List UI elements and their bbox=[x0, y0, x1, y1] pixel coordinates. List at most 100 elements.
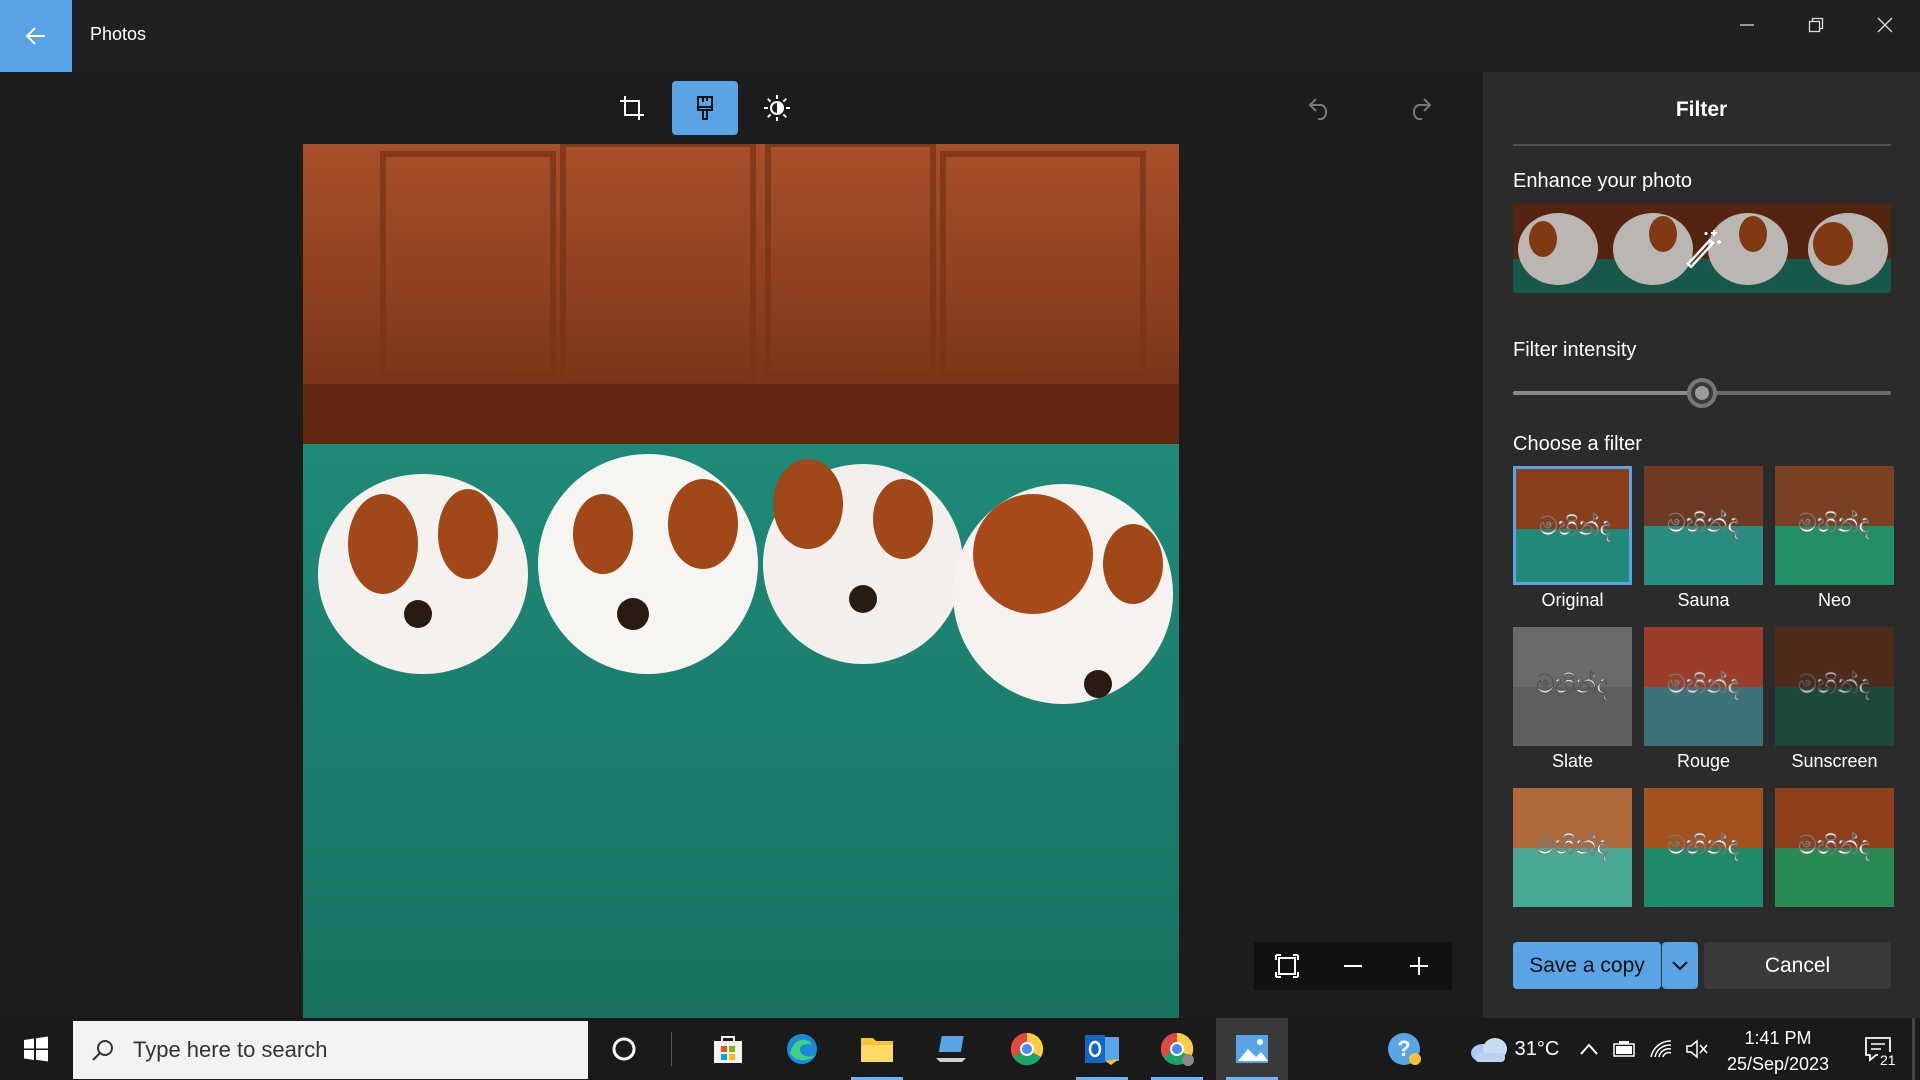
help-button[interactable]: ? bbox=[1369, 1018, 1439, 1080]
close-button[interactable] bbox=[1850, 0, 1920, 50]
cancel-button[interactable]: Cancel bbox=[1704, 942, 1891, 989]
battery-icon bbox=[1613, 1041, 1635, 1057]
weather-temp: 31°C bbox=[1514, 1037, 1560, 1060]
filter-preview-text: මහින්ද bbox=[1667, 509, 1739, 539]
filter-tool-button[interactable] bbox=[672, 81, 738, 135]
volume-indicator[interactable] bbox=[1680, 1018, 1714, 1080]
editor-area bbox=[0, 72, 1483, 1018]
crop-tool-button[interactable] bbox=[599, 81, 665, 135]
notification-count: 21 bbox=[1878, 1052, 1898, 1068]
filter-thumbnail: මහින්ද bbox=[1775, 466, 1894, 585]
filter-thumbnail: මහින්ද bbox=[1644, 466, 1763, 585]
help-icon: ? bbox=[1388, 1033, 1421, 1065]
filter-label: Original bbox=[1541, 590, 1604, 610]
enhance-button[interactable] bbox=[1513, 204, 1891, 293]
close-icon bbox=[1877, 17, 1893, 33]
notification-center-button[interactable]: 21 bbox=[1850, 1018, 1906, 1080]
start-button[interactable] bbox=[0, 1018, 72, 1080]
filter-8[interactable]: මහින්ද bbox=[1644, 788, 1763, 910]
taskbar-clock[interactable]: 1:41 PM 25/Sep/2023 bbox=[1718, 1025, 1838, 1077]
taskbar-search[interactable]: Type here to search bbox=[73, 1021, 588, 1079]
minimize-icon bbox=[1740, 24, 1754, 26]
remote-desktop-button[interactable] bbox=[916, 1018, 988, 1080]
filter-7[interactable]: මහින්ද bbox=[1513, 788, 1632, 910]
slider-thumb[interactable] bbox=[1687, 378, 1717, 408]
filter-preview-text: මහින්ද bbox=[1798, 670, 1870, 700]
filter-thumbnail: මහින්ද bbox=[1513, 627, 1632, 746]
panel-title: Filter bbox=[1675, 98, 1728, 121]
zoom-out-button[interactable] bbox=[1329, 942, 1377, 990]
redo-button[interactable] bbox=[1398, 86, 1442, 130]
adjust-tool-button[interactable] bbox=[744, 81, 810, 135]
filter-label: Rouge bbox=[1676, 751, 1731, 771]
photo-canvas[interactable] bbox=[303, 144, 1179, 1018]
filter-preview-text: මහින්ද bbox=[1798, 831, 1870, 861]
filter-rouge[interactable]: මහින්ද Rouge bbox=[1644, 627, 1763, 772]
intensity-slider[interactable] bbox=[1513, 378, 1891, 408]
filter-thumbnail: මහින්ද bbox=[1775, 627, 1894, 746]
save-copy-button[interactable]: Save a copy bbox=[1513, 942, 1661, 989]
chrome-icon bbox=[1010, 1032, 1044, 1066]
back-button[interactable] bbox=[0, 0, 72, 72]
clock-date: 25/Sep/2023 bbox=[1726, 1054, 1830, 1074]
outlook-button[interactable] bbox=[1066, 1018, 1138, 1080]
filter-label: Slate bbox=[1551, 751, 1594, 771]
outlook-icon bbox=[1085, 1035, 1119, 1065]
edge-button[interactable] bbox=[766, 1018, 838, 1080]
filter-preview-text: මහින්ද bbox=[1536, 831, 1608, 861]
filter-preview: මහින්ද bbox=[1775, 466, 1894, 585]
filter-grid: මහින්ද Original මහින්ද Sauna මහින්ද Neo … bbox=[1513, 466, 1898, 910]
filter-original[interactable]: මහින්ද Original bbox=[1513, 466, 1632, 611]
photos-taskbar-button[interactable] bbox=[1216, 1018, 1288, 1080]
save-options-button[interactable] bbox=[1662, 942, 1698, 989]
slider-fill bbox=[1513, 391, 1702, 395]
battery-indicator[interactable] bbox=[1607, 1018, 1641, 1080]
undo-button[interactable] bbox=[1298, 86, 1342, 130]
taskbar-separator bbox=[671, 1032, 672, 1066]
search-placeholder: Type here to search bbox=[133, 1037, 328, 1062]
zoom-out-icon bbox=[1344, 965, 1362, 967]
undo-icon bbox=[1308, 98, 1328, 120]
filter-preview-text: මහින්ද bbox=[1667, 670, 1739, 700]
chrome-button[interactable] bbox=[991, 1018, 1063, 1080]
svg-text:?: ? bbox=[1397, 1036, 1410, 1061]
chrome-profile-button[interactable] bbox=[1141, 1018, 1213, 1080]
filter-9[interactable]: මහින්ද bbox=[1775, 788, 1894, 910]
filter-thumbnail: මහින්ද bbox=[1644, 788, 1763, 907]
filter-thumbnail: මහින්ද bbox=[1775, 788, 1894, 907]
file-explorer-button[interactable] bbox=[841, 1018, 913, 1080]
cortana-icon bbox=[612, 1037, 636, 1061]
restore-icon bbox=[1808, 17, 1824, 33]
microsoft-store-button[interactable] bbox=[692, 1018, 764, 1080]
filter-preview-text: මහින්ද bbox=[1667, 831, 1739, 861]
show-hidden-icons-button[interactable] bbox=[1574, 1018, 1604, 1080]
filter-slate[interactable]: මහින්ද Slate bbox=[1513, 627, 1632, 772]
minimize-button[interactable] bbox=[1712, 0, 1782, 50]
filter-preview: මහින්ද bbox=[1775, 788, 1894, 907]
filter-sunscreen[interactable]: මහින්ද Sunscreen bbox=[1775, 627, 1894, 772]
restore-button[interactable] bbox=[1781, 0, 1851, 50]
fit-screen-button[interactable] bbox=[1263, 942, 1311, 990]
arrow-left-icon bbox=[25, 27, 45, 45]
zoom-in-button[interactable] bbox=[1395, 942, 1443, 990]
cortana-button[interactable] bbox=[588, 1018, 660, 1080]
search-icon bbox=[92, 1040, 113, 1061]
filter-preview-text: මහින්ද bbox=[1536, 670, 1608, 700]
chrome-icon bbox=[1160, 1032, 1194, 1066]
filter-preview: මහින්ද bbox=[1513, 788, 1632, 907]
show-desktop-button[interactable] bbox=[1912, 1018, 1915, 1080]
filter-label: Sauna bbox=[1677, 590, 1730, 610]
weather-widget[interactable]: 31°C bbox=[1454, 1018, 1574, 1080]
filter-neo[interactable]: මහින්ද Neo bbox=[1775, 466, 1894, 611]
wifi-icon bbox=[1650, 1040, 1672, 1058]
network-indicator[interactable] bbox=[1644, 1018, 1678, 1080]
store-icon bbox=[714, 1036, 742, 1063]
intensity-label: Filter intensity bbox=[1513, 339, 1637, 361]
filter-label: Sunscreen bbox=[1791, 751, 1878, 771]
filter-brush-icon bbox=[697, 96, 713, 120]
photos-app: Photos Filter Enhance your photo Filter … bbox=[0, 0, 1920, 1080]
filter-panel: Filter Enhance your photo Filter intensi… bbox=[1483, 72, 1920, 1018]
filter-thumbnail: මහින්ද bbox=[1644, 627, 1763, 746]
filter-sauna[interactable]: මහින්ද Sauna bbox=[1644, 466, 1763, 611]
zoom-controls bbox=[1254, 942, 1452, 990]
